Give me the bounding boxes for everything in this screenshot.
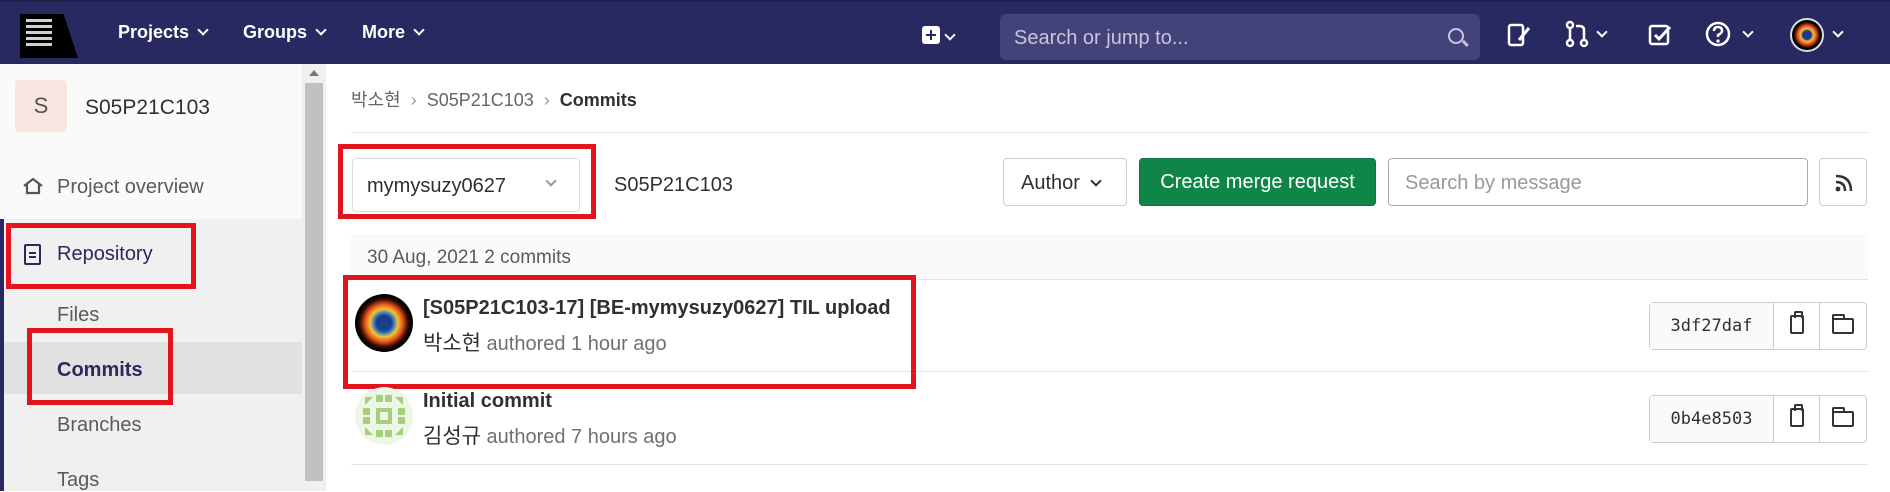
chevron-down-icon: [1090, 175, 1102, 187]
highlight-box: [338, 144, 596, 219]
divider: [351, 132, 1868, 133]
commit-sha[interactable]: 0b4e8503: [1650, 396, 1774, 442]
global-search-input[interactable]: Search or jump to...: [1000, 14, 1480, 60]
commit-row[interactable]: Initial commit 김성규 authored 7 hours ago …: [351, 373, 1868, 465]
sidebar-item-tags[interactable]: Tags: [57, 469, 99, 492]
todo-icon[interactable]: [1648, 23, 1672, 47]
scrollbar-thumb[interactable]: [305, 83, 323, 481]
project-name[interactable]: S05P21C103: [85, 96, 210, 120]
chevron-down-icon: [944, 29, 956, 41]
merge-request-icon: [1565, 20, 1589, 48]
chevron-down-icon: [315, 24, 327, 36]
create-merge-request-button[interactable]: Create merge request: [1139, 158, 1376, 206]
highlight-box: [27, 328, 173, 405]
sidebar-item-files[interactable]: Files: [57, 304, 99, 327]
commit-author[interactable]: 김성규: [423, 425, 481, 448]
clipboard-icon: [1790, 311, 1804, 334]
help-icon: [1705, 21, 1731, 47]
author-filter-button[interactable]: Author: [1003, 158, 1127, 206]
commit-meta: authored 7 hours ago: [486, 426, 677, 448]
commit-title[interactable]: Initial commit: [423, 390, 552, 413]
avatar[interactable]: [355, 387, 413, 445]
chevron-down-icon: [413, 24, 425, 36]
issues-icon[interactable]: [1507, 22, 1531, 48]
top-navbar: Projects Groups More Search or jump to..…: [0, 0, 1890, 64]
commit-sha[interactable]: 3df27daf: [1650, 303, 1774, 349]
commit-day-header: 30 Aug, 2021 2 commits: [351, 234, 1868, 280]
rss-icon: [1835, 174, 1853, 192]
breadcrumb-current[interactable]: Commits: [560, 90, 637, 110]
plus-icon: [922, 26, 940, 44]
search-by-message-input[interactable]: Search by message: [1388, 158, 1808, 206]
breadcrumb-user[interactable]: 박소현: [351, 90, 401, 110]
merge-requests-dropdown[interactable]: [1564, 20, 1624, 50]
browse-files-button[interactable]: [1820, 303, 1866, 349]
clipboard-icon: [1790, 404, 1804, 427]
nav-more[interactable]: More: [362, 22, 425, 43]
chevron-down-icon: [1832, 26, 1844, 38]
scroll-up-arrow-icon[interactable]: [309, 70, 319, 76]
rss-button[interactable]: [1819, 158, 1867, 206]
sidebar-item-project-overview[interactable]: Project overview: [57, 176, 204, 199]
commit-sha-group: 3df27daf: [1649, 302, 1867, 350]
new-item-dropdown[interactable]: [0, 2, 1890, 44]
breadcrumb-project[interactable]: S05P21C103: [427, 90, 534, 110]
chevron-down-icon: [1742, 26, 1754, 38]
chevron-down-icon: [1596, 26, 1608, 38]
commit-sha-group: 0b4e8503: [1649, 395, 1867, 443]
home-icon: [23, 177, 43, 195]
nav-projects[interactable]: Projects: [118, 22, 209, 43]
chevron-right-icon: ›: [410, 90, 417, 110]
nav-groups[interactable]: Groups: [243, 22, 327, 43]
breadcrumb: 박소현 › S05P21C103 › Commits: [351, 86, 637, 112]
project-avatar[interactable]: S: [15, 80, 67, 132]
chevron-down-icon: [197, 24, 209, 36]
chevron-right-icon: ›: [543, 90, 550, 110]
help-dropdown[interactable]: [1704, 20, 1764, 50]
copy-sha-button[interactable]: [1774, 303, 1820, 349]
project-path: S05P21C103: [614, 174, 733, 196]
logo[interactable]: [20, 14, 78, 58]
sidebar-item-branches[interactable]: Branches: [57, 414, 142, 437]
highlight-box: [6, 223, 196, 289]
folder-icon: [1832, 407, 1854, 427]
browse-files-button[interactable]: [1820, 396, 1866, 442]
copy-sha-button[interactable]: [1774, 396, 1820, 442]
folder-icon: [1832, 314, 1854, 334]
avatar: [1790, 18, 1824, 52]
highlight-box: [343, 275, 916, 389]
search-icon: [1448, 28, 1464, 44]
